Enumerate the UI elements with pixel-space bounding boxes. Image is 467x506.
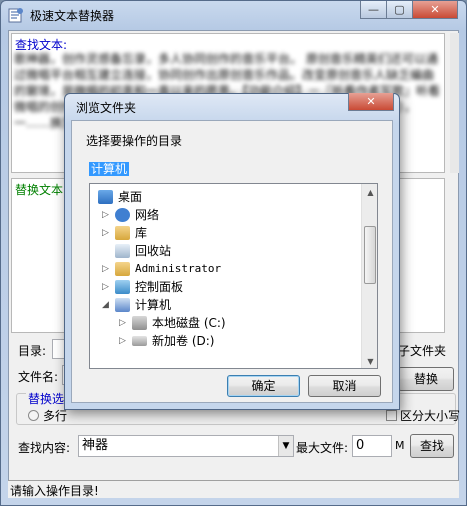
tree-item-desktop[interactable]: 桌面 [90,188,360,206]
status-text: 请输入操作目录! [10,484,99,498]
window-title: 极速文本替换器 [30,9,115,23]
browse-folder-dialog: 浏览文件夹 ✕ 选择要操作的目录 计算机 桌面 ▷ 网络 ▷ 库 回收站 ▷ A… [64,93,400,410]
find-content-label: 查找内容: [18,441,71,455]
find-button[interactable]: 查找 [410,434,454,458]
dialog-client: 选择要操作的目录 计算机 桌面 ▷ 网络 ▷ 库 回收站 ▷ Administr… [71,120,393,403]
find-content-value: 神器 [82,438,109,453]
case-sensitive-checkbox[interactable] [386,410,397,421]
replace-options-label: 替换选 [26,390,67,407]
expand-arrow-icon[interactable]: ▷ [119,332,126,350]
desktop-icon [98,190,113,204]
expand-arrow-icon[interactable]: ▷ [102,224,109,242]
minimize-button[interactable]: — [360,1,387,19]
tree-item-control-panel[interactable]: ▷ 控制面板 [90,278,360,296]
control-panel-icon [115,280,130,294]
recycle-bin-icon [115,244,130,258]
tree-scrollbar[interactable]: ▲ ▼ [361,184,377,368]
status-bar: 请输入操作目录! [8,480,459,498]
max-file-unit: M [395,439,405,452]
max-file-label: 最大文件: [296,441,349,455]
tree-item-library[interactable]: ▷ 库 [90,224,360,242]
replace-button[interactable]: 替换 [398,367,454,391]
library-icon [115,226,130,240]
scroll-down-icon[interactable]: ▼ [362,353,377,368]
tree-item-computer[interactable]: ◢ 计算机 [90,296,360,314]
replace-text-label: 替换文本: [15,183,68,197]
dialog-ok-button[interactable]: 确定 [227,375,300,397]
subfolder-checkbox-label[interactable]: 子文件夹 [398,342,446,359]
dir-label: 目录: [18,344,47,358]
user-folder-icon [115,262,130,276]
max-file-input[interactable]: 0 [352,435,392,457]
expand-arrow-icon[interactable]: ▷ [102,278,109,296]
scroll-up-icon[interactable]: ▲ [362,184,377,201]
folder-tree[interactable]: 桌面 ▷ 网络 ▷ 库 回收站 ▷ Administrator ▷ 控制面板 ◢… [89,183,378,369]
dialog-prompt: 选择要操作的目录 [86,134,183,148]
dialog-cancel-button[interactable]: 取消 [308,375,381,397]
scroll-thumb[interactable] [364,226,376,284]
expand-arrow-icon[interactable]: ▷ [102,260,109,278]
local-disk-icon [132,316,147,330]
network-icon [115,208,130,222]
multiline-radio[interactable] [28,410,39,421]
case-sensitive-label: 区分大小写 [400,409,461,423]
find-scrollbar[interactable] [450,33,459,173]
tree-item-network[interactable]: ▷ 网络 [90,206,360,224]
tree-item-volume-d[interactable]: ▷ 新加卷 (D:) [90,332,360,350]
tree-item-local-disk-c[interactable]: ▷ 本地磁盘 (C:) [90,314,360,332]
tree-item-recycle-bin[interactable]: 回收站 [90,242,360,260]
filename-label: 文件名: [18,370,59,384]
selected-path-text: 计算机 [89,162,130,176]
expand-arrow-icon[interactable]: ▷ [102,206,109,224]
selected-path: 计算机 [89,161,379,177]
close-button[interactable]: ✕ [412,1,458,19]
maximize-button[interactable]: ▢ [386,1,413,19]
find-content-combobox[interactable]: 神器 ▼ [78,435,294,457]
tree-item-administrator[interactable]: ▷ Administrator [90,260,360,278]
chevron-down-icon[interactable]: ▼ [278,436,293,456]
app-icon [8,7,24,23]
collapse-arrow-icon[interactable]: ◢ [102,296,109,314]
dialog-close-button[interactable]: ✕ [348,93,394,111]
dialog-title: 浏览文件夹 [76,101,137,115]
computer-icon [115,298,130,312]
expand-arrow-icon[interactable]: ▷ [119,314,126,332]
drive-icon [132,336,147,346]
